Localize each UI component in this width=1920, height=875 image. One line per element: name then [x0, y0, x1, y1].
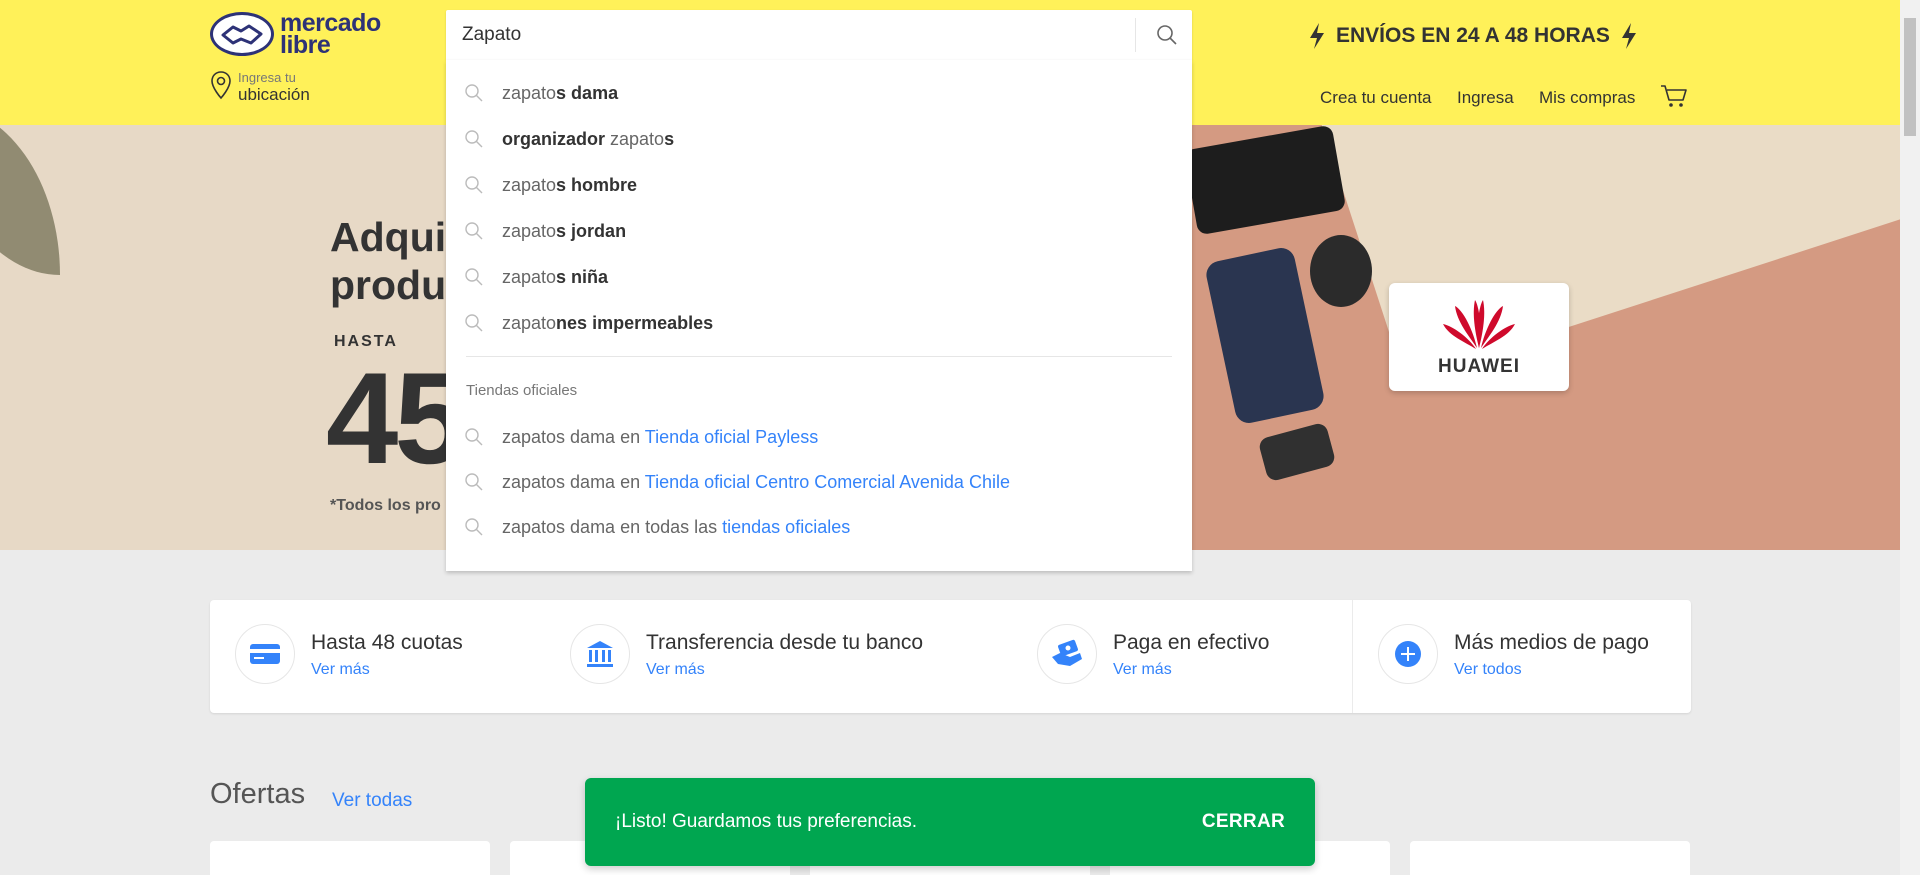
suggestion-typed: zapato [502, 174, 557, 195]
store-link: tiendas oficiales [722, 516, 851, 537]
suggestion-completion: s niña [556, 266, 609, 287]
payment-title: Transferencia desde tu banco [646, 631, 924, 654]
banner-discount-number: 45 [326, 345, 467, 491]
search-bar [446, 10, 1192, 60]
huawei-logo-card: HUAWEI [1389, 283, 1569, 391]
search-icon [465, 222, 483, 240]
scrollbar-thumb[interactable] [1904, 18, 1916, 136]
payment-title: Hasta 48 cuotas [311, 631, 463, 654]
cart-button[interactable] [1660, 84, 1688, 113]
shipping-promo[interactable]: ENVÍOS EN 24 A 48 HORAS [1308, 22, 1638, 50]
suggestion-typed: zapato [502, 82, 557, 103]
suggestion-item[interactable]: zapatones impermeables [464, 308, 713, 338]
suggestion-typed: zapato [502, 220, 557, 241]
suggestion-typed: zapato [502, 312, 557, 333]
banner-headline-line2: produ [330, 262, 447, 308]
banner-headline: Adqui produ [330, 213, 446, 309]
search-input[interactable] [462, 10, 1122, 60]
search-icon [465, 84, 483, 102]
suggestion-item[interactable]: zapatos niña [464, 262, 608, 292]
search-icon [465, 518, 483, 536]
suggestion-completion: s jordan [556, 220, 627, 241]
store-suggestion-text: zapatos dama en [502, 426, 645, 447]
search-icon [1157, 25, 1177, 45]
suggestion-completion: s hombre [556, 174, 638, 195]
official-store-suggestion[interactable]: zapatos dama en Tienda oficial Centro Co… [464, 467, 1010, 497]
page-scrollbar[interactable] [1900, 0, 1920, 875]
search-divider [1135, 18, 1136, 52]
location-label: ubicación [238, 85, 310, 104]
search-icon [465, 314, 483, 332]
payment-title: Más medios de pago [1454, 631, 1649, 654]
preferences-saved-toast: ¡Listo! Guardamos tus preferencias. CERR… [585, 778, 1315, 866]
huawei-logo-text: HUAWEI [1438, 356, 1520, 377]
payment-title: Paga en efectivo [1113, 631, 1270, 654]
cart-icon [1661, 85, 1687, 107]
search-icon [465, 473, 483, 491]
suggestion-completion: s dama [556, 82, 619, 103]
location-pin-icon [211, 71, 231, 100]
search-icon [465, 176, 483, 194]
payment-link[interactable]: Ver todos [1454, 661, 1649, 679]
suggestion-completion: nes impermeables [556, 312, 714, 333]
payment-option-more[interactable]: Más medios de pago Ver todos [1378, 624, 1649, 684]
mercadolibre-logo[interactable]: mercado libre [210, 11, 381, 59]
leaf-decoration [0, 125, 60, 275]
payment-methods-panel: Hasta 48 cuotas Ver más Transferencia de… [210, 600, 1691, 713]
payment-link[interactable]: Ver más [311, 661, 463, 679]
search-button[interactable] [1142, 10, 1192, 60]
toast-message: ¡Listo! Guardamos tus preferencias. [615, 811, 918, 832]
store-suggestion-text: zapatos dama en [502, 471, 645, 492]
dropdown-divider [466, 356, 1172, 357]
credit-card-icon [235, 624, 295, 684]
payment-link[interactable]: Ver más [1113, 661, 1269, 679]
official-store-suggestion[interactable]: zapatos dama en todas las tiendas oficia… [464, 512, 850, 542]
huawei-flower-icon [1443, 300, 1515, 349]
store-link: Tienda oficial Payless [644, 426, 819, 447]
suggestion-item[interactable]: zapatos jordan [464, 216, 626, 246]
suggestion-item[interactable]: zapatos dama [464, 78, 618, 108]
offers-see-all-link[interactable]: Ver todas [332, 790, 412, 812]
search-icon [465, 130, 483, 148]
nav-create-account[interactable]: Crea tu cuenta [1320, 88, 1432, 108]
search-suggestions-dropdown: zapatos dama organizador zapatos zapatos… [446, 60, 1192, 571]
bank-icon [570, 624, 630, 684]
suggestion-item[interactable]: zapatos hombre [464, 170, 637, 200]
suggestion-prefix: organizador [502, 128, 606, 149]
suggestion-item[interactable]: organizador zapatos [464, 124, 674, 154]
smartwatch-image [1310, 235, 1372, 307]
suggestion-typed: zapato [502, 266, 557, 287]
lightning-icon [1310, 23, 1324, 49]
toast-close-button[interactable]: CERRAR [1202, 811, 1285, 833]
cash-handshake-icon [1037, 624, 1097, 684]
location-label-small: Ingresa tu [238, 70, 296, 85]
payment-option-bank-transfer[interactable]: Transferencia desde tu banco Ver más [570, 624, 923, 684]
search-icon [465, 268, 483, 286]
offer-card[interactable] [210, 841, 490, 875]
offers-heading: Ofertas [210, 778, 306, 810]
store-suggestion-text: zapatos dama en todas las [502, 516, 723, 537]
offer-card[interactable] [1410, 841, 1690, 875]
location-selector[interactable]: Ingresa tu ubicación [210, 70, 310, 105]
plus-icon [1378, 624, 1438, 684]
suggestion-typed: zapato [605, 128, 665, 149]
handshake-icon [210, 12, 274, 56]
shipping-promo-text: ENVÍOS EN 24 A 48 HORAS [1336, 24, 1610, 47]
lightning-icon [1621, 23, 1636, 49]
nav-login[interactable]: Ingresa [1457, 88, 1514, 108]
official-stores-heading: Tiendas oficiales [466, 382, 578, 399]
banner-terms: *Todos los pro [330, 497, 441, 514]
banner-headline-line1: Adqui [330, 214, 447, 260]
payment-divider [1352, 600, 1353, 713]
nav-my-purchases[interactable]: Mis compras [1539, 88, 1635, 108]
store-link: Tienda oficial Centro Comercial Avenida … [644, 471, 1010, 492]
search-icon [465, 428, 483, 446]
payment-link[interactable]: Ver más [646, 661, 923, 679]
payment-option-cash[interactable]: Paga en efectivo Ver más [1037, 624, 1269, 684]
suggestion-completion: s [664, 128, 675, 149]
payment-option-installments[interactable]: Hasta 48 cuotas Ver más [235, 624, 463, 684]
logo-line-2: libre [280, 31, 331, 59]
official-store-suggestion[interactable]: zapatos dama en Tienda oficial Payless [464, 422, 818, 452]
